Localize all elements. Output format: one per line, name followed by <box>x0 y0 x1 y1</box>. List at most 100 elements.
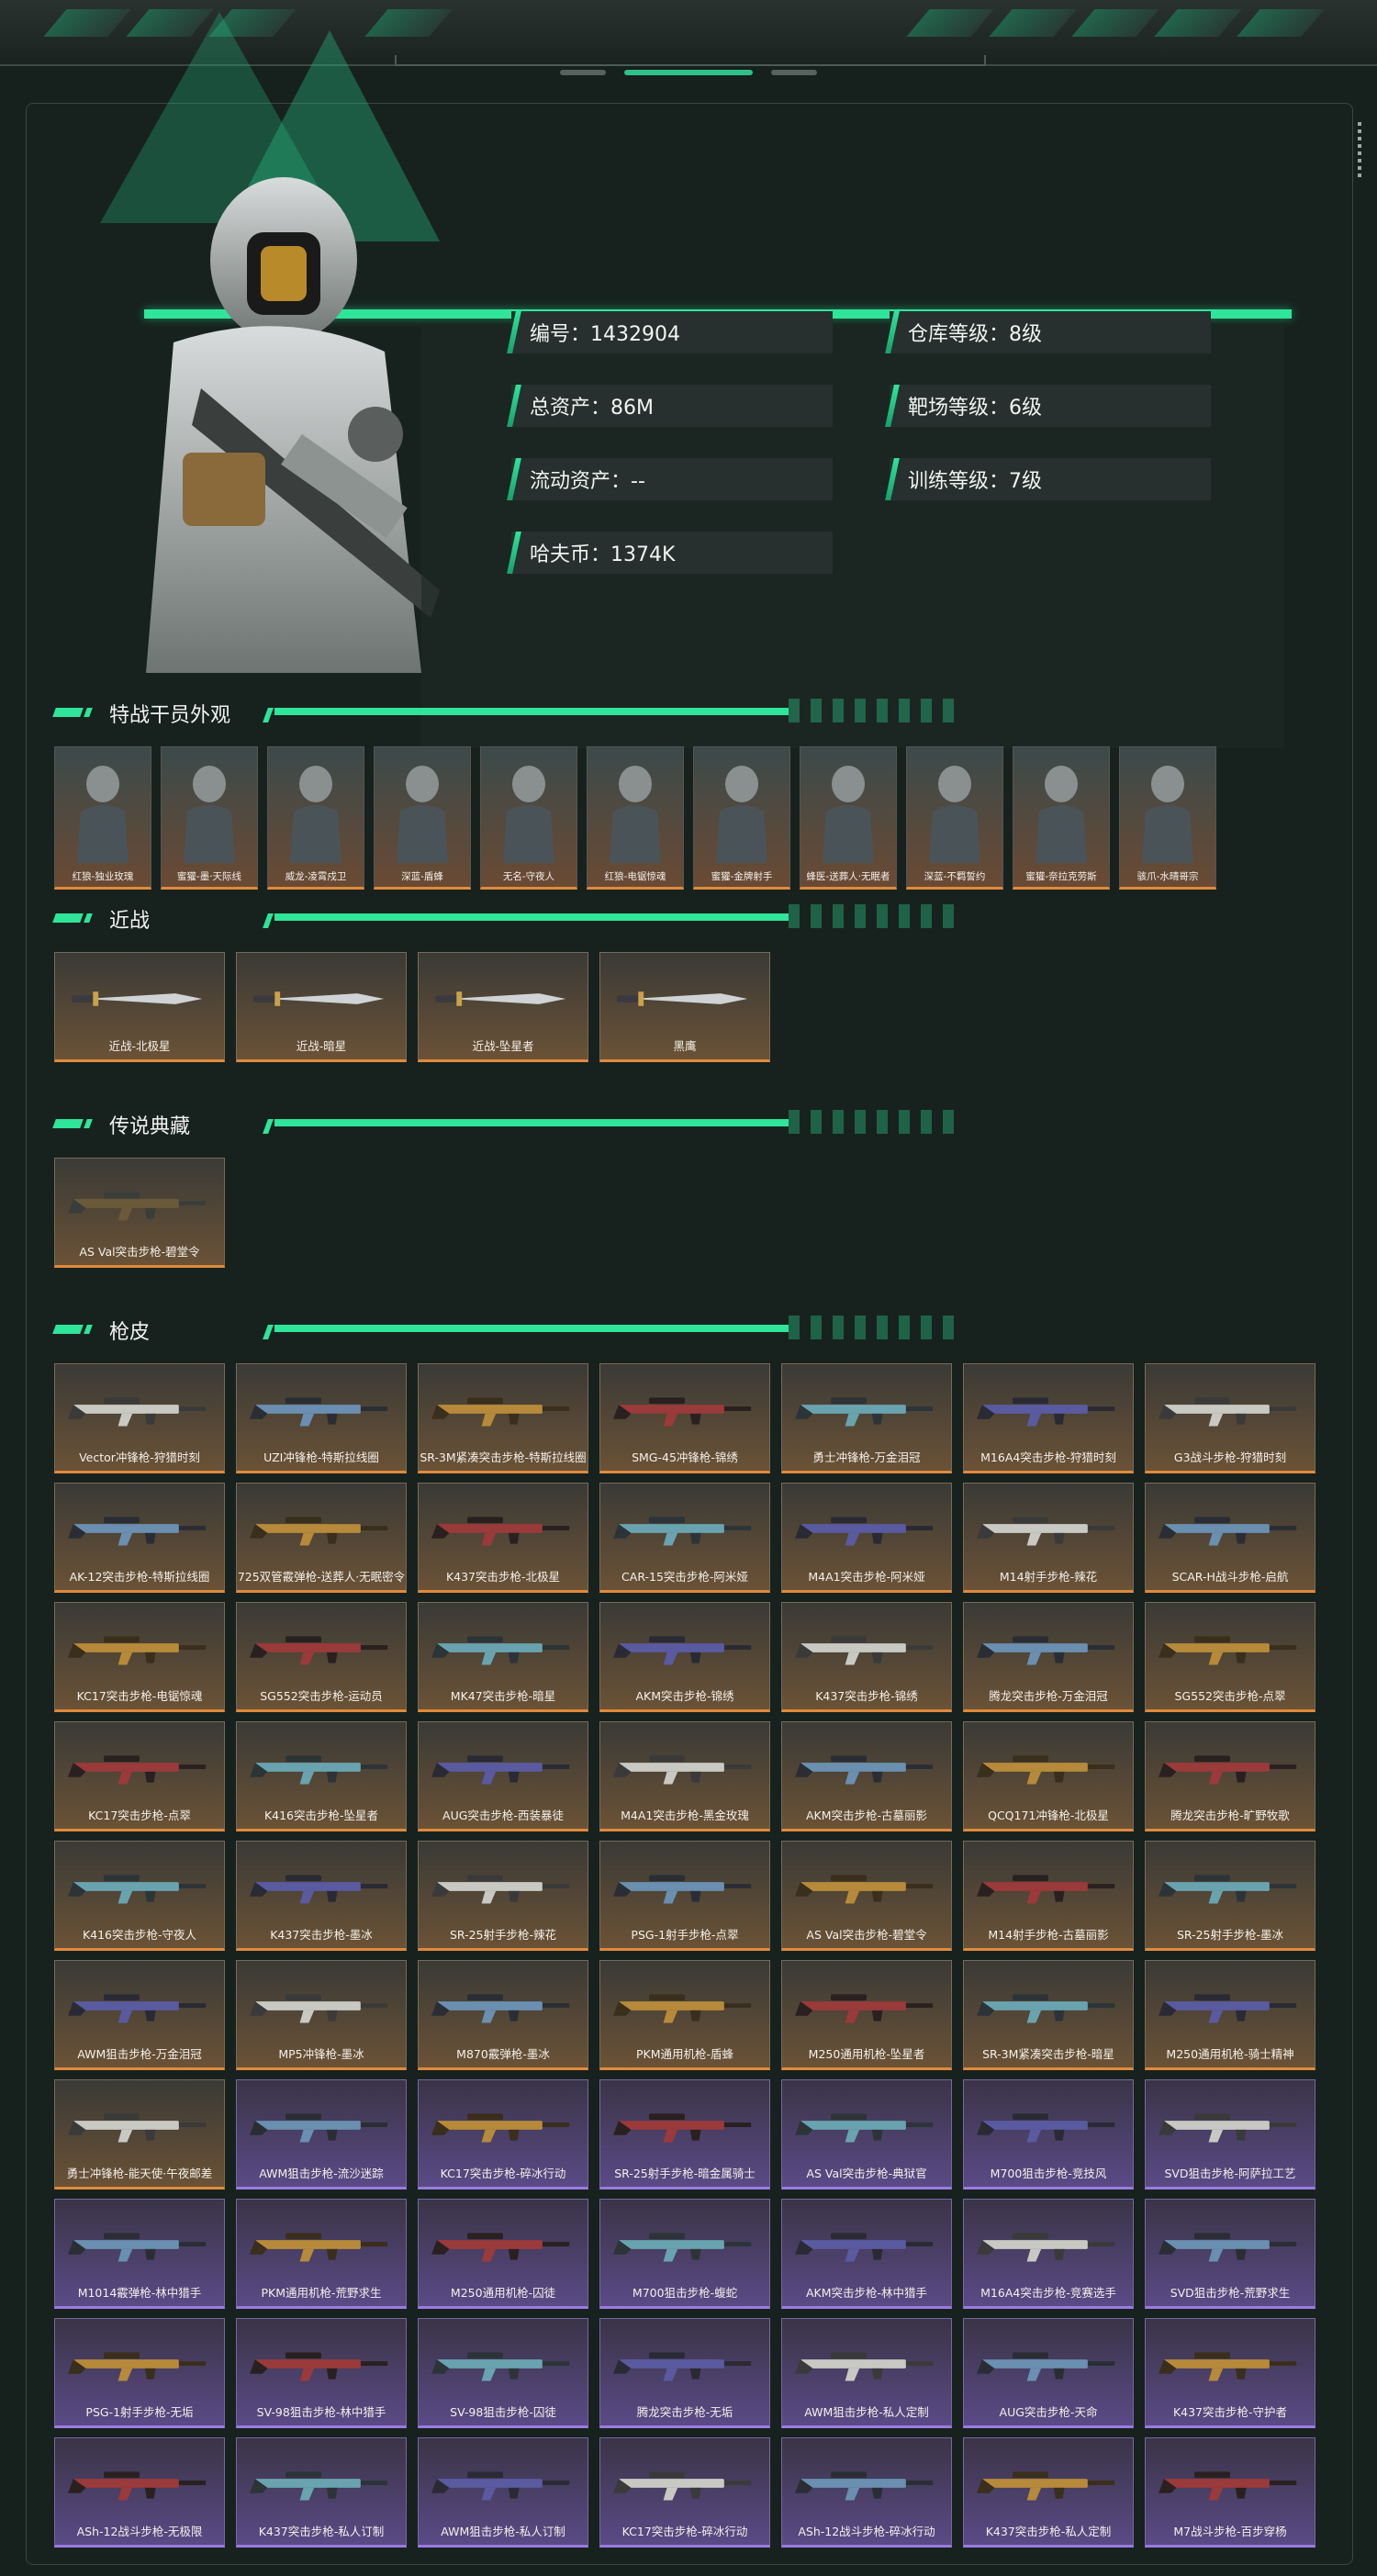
skin-card[interactable]: SV-98狙击步枪-林中猎手 <box>236 2318 407 2428</box>
skin-card[interactable]: 腾龙突击步枪-无垢 <box>599 2318 770 2428</box>
skin-card[interactable]: KC17突击步枪-碎冰行动 <box>599 2437 770 2548</box>
skin-card[interactable]: M250通用机枪-坠星者 <box>781 1960 952 2070</box>
skin-card[interactable]: K437突击步枪-守护者 <box>1145 2318 1315 2428</box>
skin-card[interactable]: SR-3M紧凑突击步枪-暗星 <box>963 1960 1134 2070</box>
operator-figure <box>393 762 452 863</box>
skin-card[interactable]: QCQ171冲锋枪-北极星 <box>963 1721 1134 1831</box>
skin-card[interactable]: AKM突击步枪-林中猎手 <box>781 2199 952 2309</box>
skin-card[interactable]: AK-12突击步枪-特斯拉线圈 <box>54 1483 225 1593</box>
operator-card[interactable]: 红狼-独业玫瑰 <box>54 746 151 890</box>
skin-card[interactable]: AKM突击步枪-锦绣 <box>599 1602 770 1712</box>
skin-card[interactable]: SMG-45冲锋枪-锦绣 <box>599 1363 770 1473</box>
skin-card[interactable]: M16A4突击步枪-竞赛选手 <box>963 2199 1134 2309</box>
operator-card[interactable]: 蜜獾-金牌射手 <box>693 746 790 890</box>
skin-card[interactable]: 725双管霰弹枪-送葬人·无眠密令 <box>236 1483 407 1593</box>
operator-card[interactable]: 骇爪-水晴哥宗 <box>1119 746 1216 890</box>
skin-card[interactable]: MP5冲锋枪-墨冰 <box>236 1960 407 2070</box>
skin-card[interactable]: PSG-1射手步枪-无垢 <box>54 2318 225 2428</box>
skin-card[interactable]: CAR-15突击步枪-阿米娅 <box>599 1483 770 1593</box>
skin-card[interactable]: AWM狙击步枪-私人订制 <box>418 2437 588 2548</box>
skin-card[interactable]: 勇士冲锋枪-能天使·午夜邮差 <box>54 2079 225 2190</box>
skin-card[interactable]: K437突击步枪-墨冰 <box>236 1841 407 1951</box>
skin-card[interactable]: AS Val突击步枪-碧堂令 <box>781 1841 952 1951</box>
skin-card[interactable]: AS Val突击步枪-典狱官 <box>781 2079 952 2190</box>
skin-gun-icon <box>1159 1392 1302 1428</box>
skin-card[interactable]: AWM狙击步枪-流沙迷踪 <box>236 2079 407 2190</box>
skin-card[interactable]: KC17突击步枪-点翠 <box>54 1721 225 1831</box>
melee-card[interactable]: 黑鹰 <box>599 952 770 1062</box>
scroll-handle[interactable] <box>1358 122 1361 177</box>
skin-card[interactable]: PSG-1射手步枪-点翠 <box>599 1841 770 1951</box>
skin-card[interactable]: M7战斗步枪-百步穿杨 <box>1145 2437 1315 2548</box>
skin-card[interactable]: M700狙击步枪-蝮蛇 <box>599 2199 770 2309</box>
skin-card[interactable]: SR-25射手步枪-墨冰 <box>1145 1841 1315 1951</box>
skin-card[interactable]: KC17突击步枪-碎冰行动 <box>418 2079 588 2190</box>
skin-card[interactable]: 腾龙突击步枪-万金泪冠 <box>963 1602 1134 1712</box>
skin-card[interactable]: K416突击步枪-坠星者 <box>236 1721 407 1831</box>
skin-name: PKM通用机枪-盾蜂 <box>635 2047 734 2061</box>
skin-card[interactable]: SR-25射手步枪-暗金属骑士 <box>599 2079 770 2190</box>
skin-card[interactable]: 勇士冲锋枪-万金泪冠 <box>781 1363 952 1473</box>
operator-card[interactable]: 蜜獾-墨·天际线 <box>161 746 258 890</box>
legend-card[interactable]: AS Val突击步枪-碧堂令 <box>54 1158 225 1268</box>
skin-card[interactable]: ASh-12战斗步枪-碎冰行动 <box>781 2437 952 2548</box>
skin-card[interactable]: K437突击步枪-锦绣 <box>781 1602 952 1712</box>
skin-card[interactable]: M14射手步枪-辣花 <box>963 1483 1134 1593</box>
skin-card[interactable]: SCAR-H战斗步枪-启航 <box>1145 1483 1315 1593</box>
operator-name: 蜜獾-奈拉克劳斯 <box>1025 871 1097 882</box>
operator-card[interactable]: 红狼-电锯惊魂 <box>587 746 684 890</box>
skin-card[interactable]: M250通用机枪-骑士精神 <box>1145 1960 1315 2070</box>
skin-card[interactable]: MK47突击步枪-暗星 <box>418 1602 588 1712</box>
skin-card[interactable]: Vector冲锋枪-狩猎时刻 <box>54 1363 225 1473</box>
skin-card[interactable]: PKM通用机枪-荒野求生 <box>236 2199 407 2309</box>
skin-card[interactable]: G3战斗步枪-狩猎时刻 <box>1145 1363 1315 1473</box>
skin-card[interactable]: SG552突击步枪-点翠 <box>1145 1602 1315 1712</box>
melee-card[interactable]: 近战-坠星者 <box>418 952 588 1062</box>
skin-card[interactable]: AWM狙击步枪-私人定制 <box>781 2318 952 2428</box>
skin-card[interactable]: SV-98狙击步枪-囚徒 <box>418 2318 588 2428</box>
skin-card[interactable]: M870霰弹枪-墨冰 <box>418 1960 588 2070</box>
skin-card[interactable]: M4A1突击步枪-黑金玫瑰 <box>599 1721 770 1831</box>
skin-card[interactable]: 腾龙突击步枪-旷野牧歌 <box>1145 1721 1315 1831</box>
skin-card[interactable]: K437突击步枪-私人订制 <box>236 2437 407 2548</box>
skin-card[interactable]: KC17突击步枪-电锯惊魂 <box>54 1602 225 1712</box>
skin-card[interactable]: M250通用机枪-囚徒 <box>418 2199 588 2309</box>
melee-card[interactable]: 近战-暗星 <box>236 952 407 1062</box>
operator-name: 骇爪-水晴哥宗 <box>1136 871 1199 882</box>
skin-card[interactable]: M4A1突击步枪-阿米娅 <box>781 1483 952 1593</box>
skin-card[interactable]: SG552突击步枪-运动员 <box>236 1602 407 1712</box>
skin-card[interactable]: AKM突击步枪-古墓丽影 <box>781 1721 952 1831</box>
skin-gun-icon <box>250 1988 393 2025</box>
skin-card[interactable]: M14射手步枪-古墓丽影 <box>963 1841 1134 1951</box>
skin-card[interactable]: M1014霰弹枪-林中猎手 <box>54 2199 225 2309</box>
skin-card[interactable]: SVD狙击步枪-荒野求生 <box>1145 2199 1315 2309</box>
skin-card[interactable]: SR-25射手步枪-辣花 <box>418 1841 588 1951</box>
skin-card[interactable]: AUG突击步枪-西装暴徒 <box>418 1721 588 1831</box>
operator-card[interactable]: 蜂医-送葬人·无眠者 <box>800 746 897 890</box>
skin-name: AWM狙击步枪-流沙迷踪 <box>259 2167 384 2180</box>
operator-card[interactable]: 威龙-凌霄戍卫 <box>267 746 364 890</box>
skin-card[interactable]: M16A4突击步枪-狩猎时刻 <box>963 1363 1134 1473</box>
skin-gun-icon <box>250 1392 393 1428</box>
skin-card[interactable]: PKM通用机枪-盾蜂 <box>599 1960 770 2070</box>
skin-card[interactable]: AWM狙击步枪-万金泪冠 <box>54 1960 225 2070</box>
operator-portrait <box>73 159 476 746</box>
skin-card[interactable]: K437突击步枪-私人定制 <box>963 2437 1134 2548</box>
operator-card[interactable]: 蜜獾-奈拉克劳斯 <box>1013 746 1110 890</box>
melee-card[interactable]: 近战-北极星 <box>54 952 225 1062</box>
skin-gun-icon <box>250 1630 393 1667</box>
skin-card[interactable]: UZI冲锋枪-特斯拉线圈 <box>236 1363 407 1473</box>
operator-card[interactable]: 深蓝-盾蜂 <box>374 746 471 890</box>
operator-card[interactable]: 无名-守夜人 <box>480 746 577 890</box>
skin-card[interactable]: M700狙击步枪-竞技风 <box>963 2079 1134 2190</box>
skin-card[interactable]: K437突击步枪-北极星 <box>418 1483 588 1593</box>
skin-card[interactable]: K416突击步枪-守夜人 <box>54 1841 225 1951</box>
skin-card[interactable]: ASh-12战斗步枪-无极限 <box>54 2437 225 2548</box>
skin-gun-icon <box>431 2346 575 2383</box>
melee-weapon-icon <box>68 980 211 1017</box>
skin-card[interactable]: SVD狙击步枪-阿萨拉工艺 <box>1145 2079 1315 2190</box>
skin-card[interactable]: SR-3M紧凑突击步枪-特斯拉线圈 <box>418 1363 588 1473</box>
operator-card[interactable]: 深蓝-不羁誓约 <box>906 746 1003 890</box>
skin-card[interactable]: AUG突击步枪-天命 <box>963 2318 1134 2428</box>
skin-name: UZI冲锋枪-特斯拉线圈 <box>263 1450 379 1464</box>
